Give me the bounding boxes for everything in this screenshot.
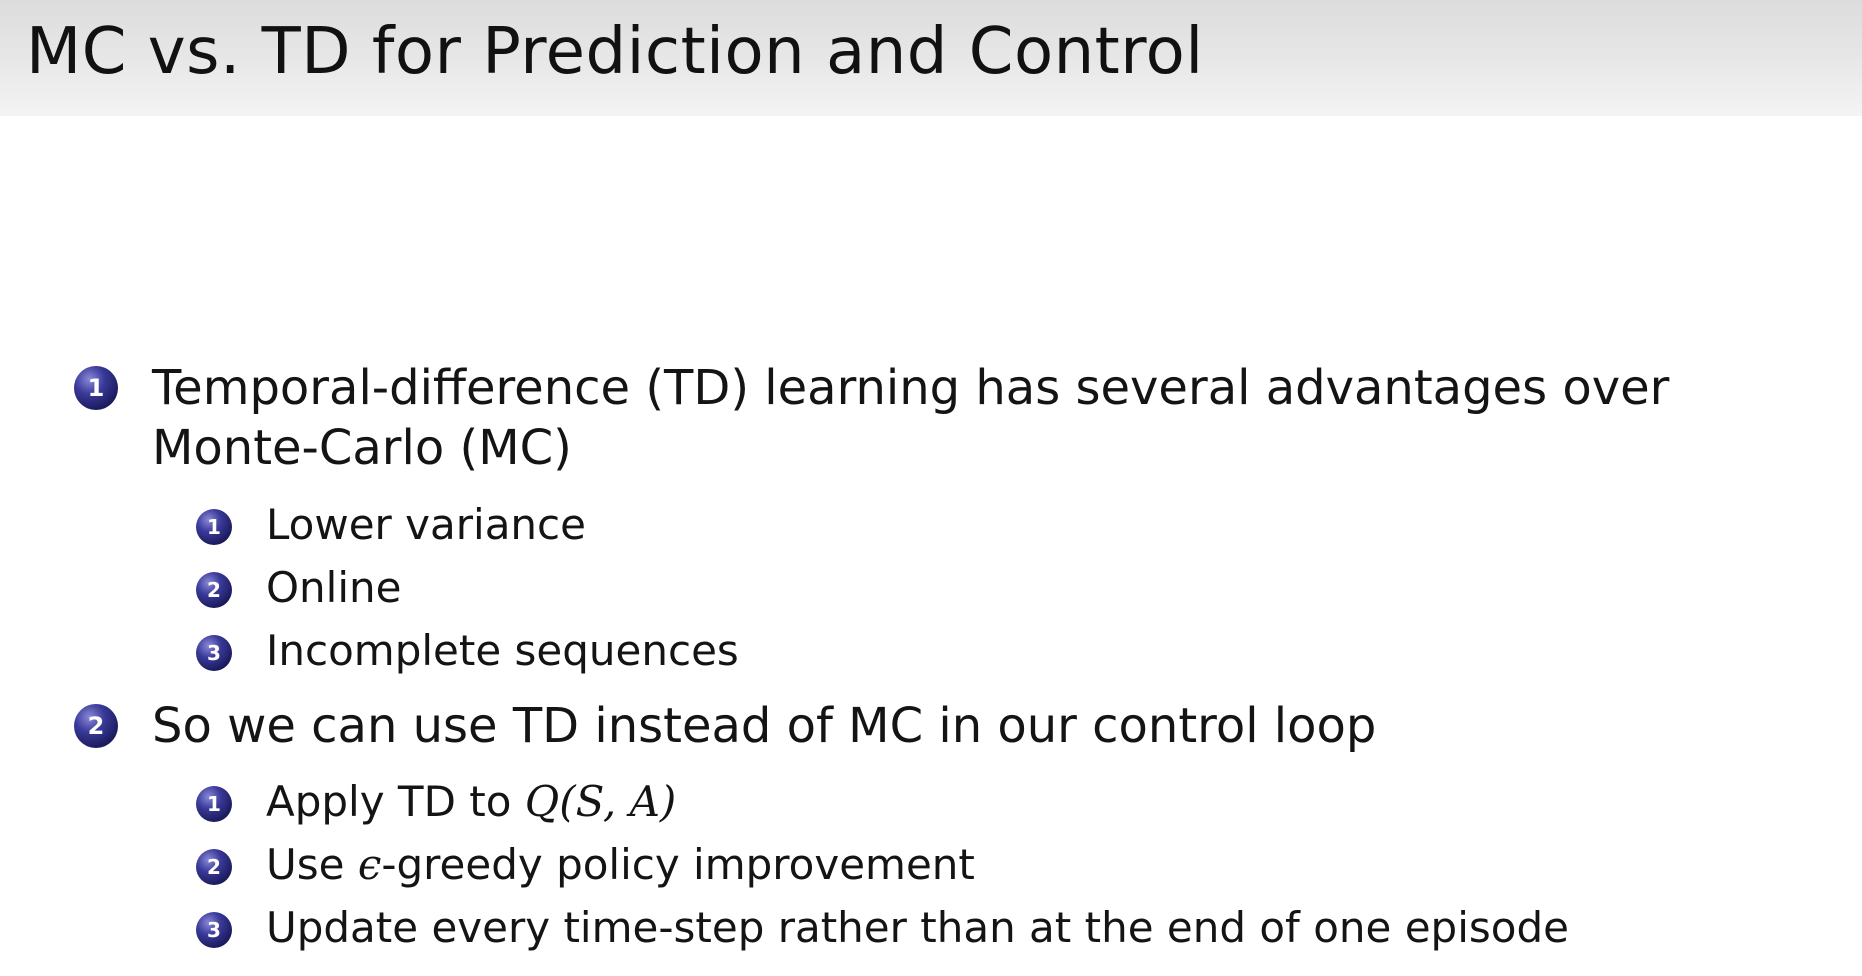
enumeration-ball-icon: 2 xyxy=(196,572,232,608)
enumeration-ball-icon: 1 xyxy=(74,366,118,410)
enumeration-ball-icon: 1 xyxy=(196,509,232,545)
list-item-text: So we can use TD instead of MC in our co… xyxy=(152,698,1377,754)
enumeration-ball-icon: 1 xyxy=(196,786,232,822)
sub-item-text: Online xyxy=(266,563,402,612)
sub-item-text: Incomplete sequences xyxy=(266,626,739,675)
sub-item-text: Update every time-step rather than at th… xyxy=(266,903,1569,952)
enumeration-ball-icon: 3 xyxy=(196,912,232,948)
sub-item-text-suffix: -greedy policy improvement xyxy=(381,840,975,889)
slide-content: 1 Temporal-difference (TD) learning has … xyxy=(0,0,1862,976)
list-item-text-line2: Monte-Carlo (MC) xyxy=(152,420,572,476)
math-expression: Q(S, A) xyxy=(524,777,677,826)
sub-item-text-prefix: Apply TD to xyxy=(266,777,525,826)
sub-item-text: Lower variance xyxy=(266,500,586,549)
enumeration-ball-icon: 2 xyxy=(74,704,118,748)
sub-item-text: Apply TD to Q(S, A) xyxy=(266,771,676,833)
enumeration-ball-icon: 3 xyxy=(196,635,232,671)
list-item-text-line1: Temporal-difference (TD) learning has se… xyxy=(152,360,1670,416)
sub-item-text: Use ϵ-greedy policy improvement xyxy=(266,834,975,896)
math-epsilon: ϵ xyxy=(357,840,382,889)
enumeration-ball-icon: 2 xyxy=(196,849,232,885)
sub-item-text-prefix: Use xyxy=(266,840,358,889)
